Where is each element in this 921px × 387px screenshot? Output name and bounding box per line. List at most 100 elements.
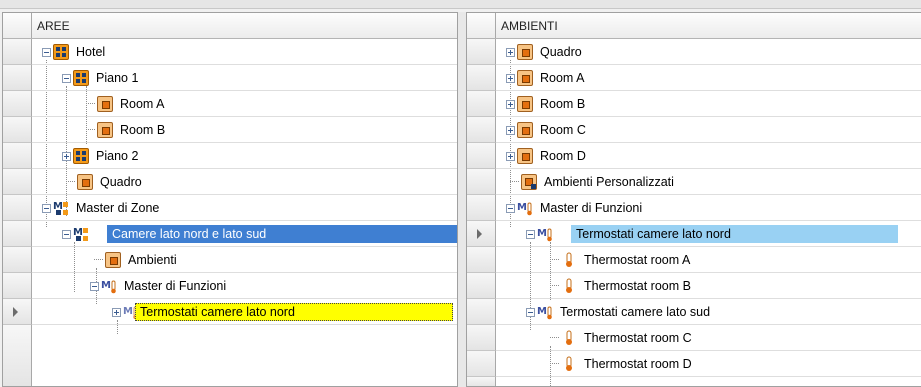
svg-text:M: M [123,306,133,317]
expand-toggle-icon[interactable] [506,99,515,109]
row-selector-current[interactable] [3,299,32,325]
tree-node-label: Thermostat room C [584,331,692,345]
tree-row[interactable]: Thermostat room B [496,273,921,299]
row-selector[interactable] [3,143,32,169]
tree-connector [550,285,559,287]
tree-row[interactable]: Piano 1 [32,65,457,91]
row-selector[interactable] [3,117,32,143]
expand-toggle-icon[interactable] [62,151,71,161]
tree-row-selected[interactable]: M Camere lato nord e lato sud [32,221,457,247]
zone-grid-icon [53,44,69,60]
expand-toggle-icon[interactable] [506,73,515,83]
row-selector[interactable] [3,247,32,273]
room-icon [105,252,121,268]
tree-row[interactable]: Thermostat room C [496,325,921,351]
row-selector[interactable] [467,143,496,169]
row-selector[interactable] [467,117,496,143]
tree-node-label: Ambienti [128,253,177,267]
tree-row[interactable]: Room A [32,91,457,117]
row-selector[interactable] [467,169,496,195]
tree-row[interactable]: Hotel [32,39,457,65]
tree-row-current[interactable]: M Termostati camere lato nord [32,299,457,325]
tree-row[interactable]: Room B [32,117,457,143]
app-window: AREE Hotel Piano 1 Room A Room B Piano 2… [0,0,921,387]
row-selector[interactable] [3,221,32,247]
room-icon [77,174,93,190]
tree-node-label: Room A [120,97,165,111]
expand-toggle-icon[interactable] [506,47,515,57]
header-corner [3,13,32,38]
row-selector[interactable] [467,325,496,351]
tree-row[interactable]: M Master di Funzioni [496,195,921,221]
collapse-toggle-icon[interactable] [62,73,71,83]
collapse-toggle-icon[interactable] [42,47,51,57]
tree-node-label: Master di Zone [76,201,160,215]
tree-row[interactable]: Quadro [496,39,921,65]
tree-row[interactable]: Quadro [32,169,457,195]
tree-node-label: Master di Funzioni [124,279,227,293]
tree-node-label: Room D [540,149,586,163]
row-selector[interactable] [467,195,496,221]
tree-row[interactable]: Room A [496,65,921,91]
svg-text:M: M [101,280,111,291]
custom-rooms-icon [521,174,537,190]
tree-node-label: Ambienti Personalizzati [544,175,674,189]
tree-row[interactable]: M Master di Funzioni [32,273,457,299]
row-selector[interactable] [467,91,496,117]
panel-splitter[interactable] [458,12,466,387]
row-selector[interactable] [3,39,32,65]
collapse-toggle-icon[interactable] [62,229,71,239]
row-selector[interactable] [3,195,32,221]
tree-node-label: Thermostat room B [584,279,691,293]
tree-row[interactable]: Room C [496,117,921,143]
thermometer-icon [566,252,572,267]
expand-toggle-icon[interactable] [506,125,515,135]
tree-node-label: Piano 2 [96,149,139,163]
tree-row[interactable]: M Termostati camere lato sud [496,299,921,325]
collapse-toggle-icon[interactable] [90,281,99,291]
tree-row[interactable]: Thermostat room D [496,351,921,377]
tree-connector [94,259,103,261]
row-selector[interactable] [467,65,496,91]
zone-grid-icon [73,70,89,86]
expand-toggle-icon[interactable] [112,307,121,317]
tree-node-label: Master di Funzioni [540,201,643,215]
header-corner [467,13,496,38]
row-selector[interactable] [3,273,32,299]
tree-node-label: Room C [540,123,586,137]
tree-node-label: Piano 1 [96,71,139,85]
collapse-toggle-icon[interactable] [526,307,535,317]
tree-row[interactable]: Ambienti Personalizzati [496,169,921,195]
row-selector-current[interactable] [467,221,496,247]
thermometer-icon [566,330,572,345]
tree-row[interactable]: Room B [496,91,921,117]
row-selector[interactable] [3,169,32,195]
row-selector[interactable] [467,273,496,299]
row-selector[interactable] [467,299,496,325]
row-selector[interactable] [467,377,496,386]
tree-node-label: Camere lato nord e lato sud [112,227,267,241]
row-selector[interactable] [467,39,496,65]
collapse-toggle-icon[interactable] [526,229,535,239]
row-selector[interactable] [467,351,496,377]
row-selector[interactable] [3,91,32,117]
tree-row[interactable]: Room D [496,143,921,169]
tree-row-selected[interactable]: M Termostati camere lato nord [496,221,921,247]
collapse-toggle-icon[interactable] [42,203,51,213]
expand-toggle-icon[interactable] [506,151,515,161]
tree-row[interactable]: Ambienti [32,247,457,273]
svg-text:M: M [537,306,547,317]
tree-node-label: Thermostat room A [584,253,691,267]
tree-row[interactable]: Piano 2 [32,143,457,169]
row-selector-empty [3,325,32,386]
tree-node-label: Quadro [100,175,142,189]
row-selector[interactable] [3,65,32,91]
collapse-toggle-icon[interactable] [506,203,515,213]
tree-row[interactable]: M Master di Zone [32,195,457,221]
row-selector[interactable] [467,247,496,273]
tree-node-label: Hotel [76,45,106,59]
room-icon [517,70,533,86]
svg-text:M: M [537,228,547,239]
room-icon [517,44,533,60]
tree-row[interactable]: Thermostat room A [496,247,921,273]
